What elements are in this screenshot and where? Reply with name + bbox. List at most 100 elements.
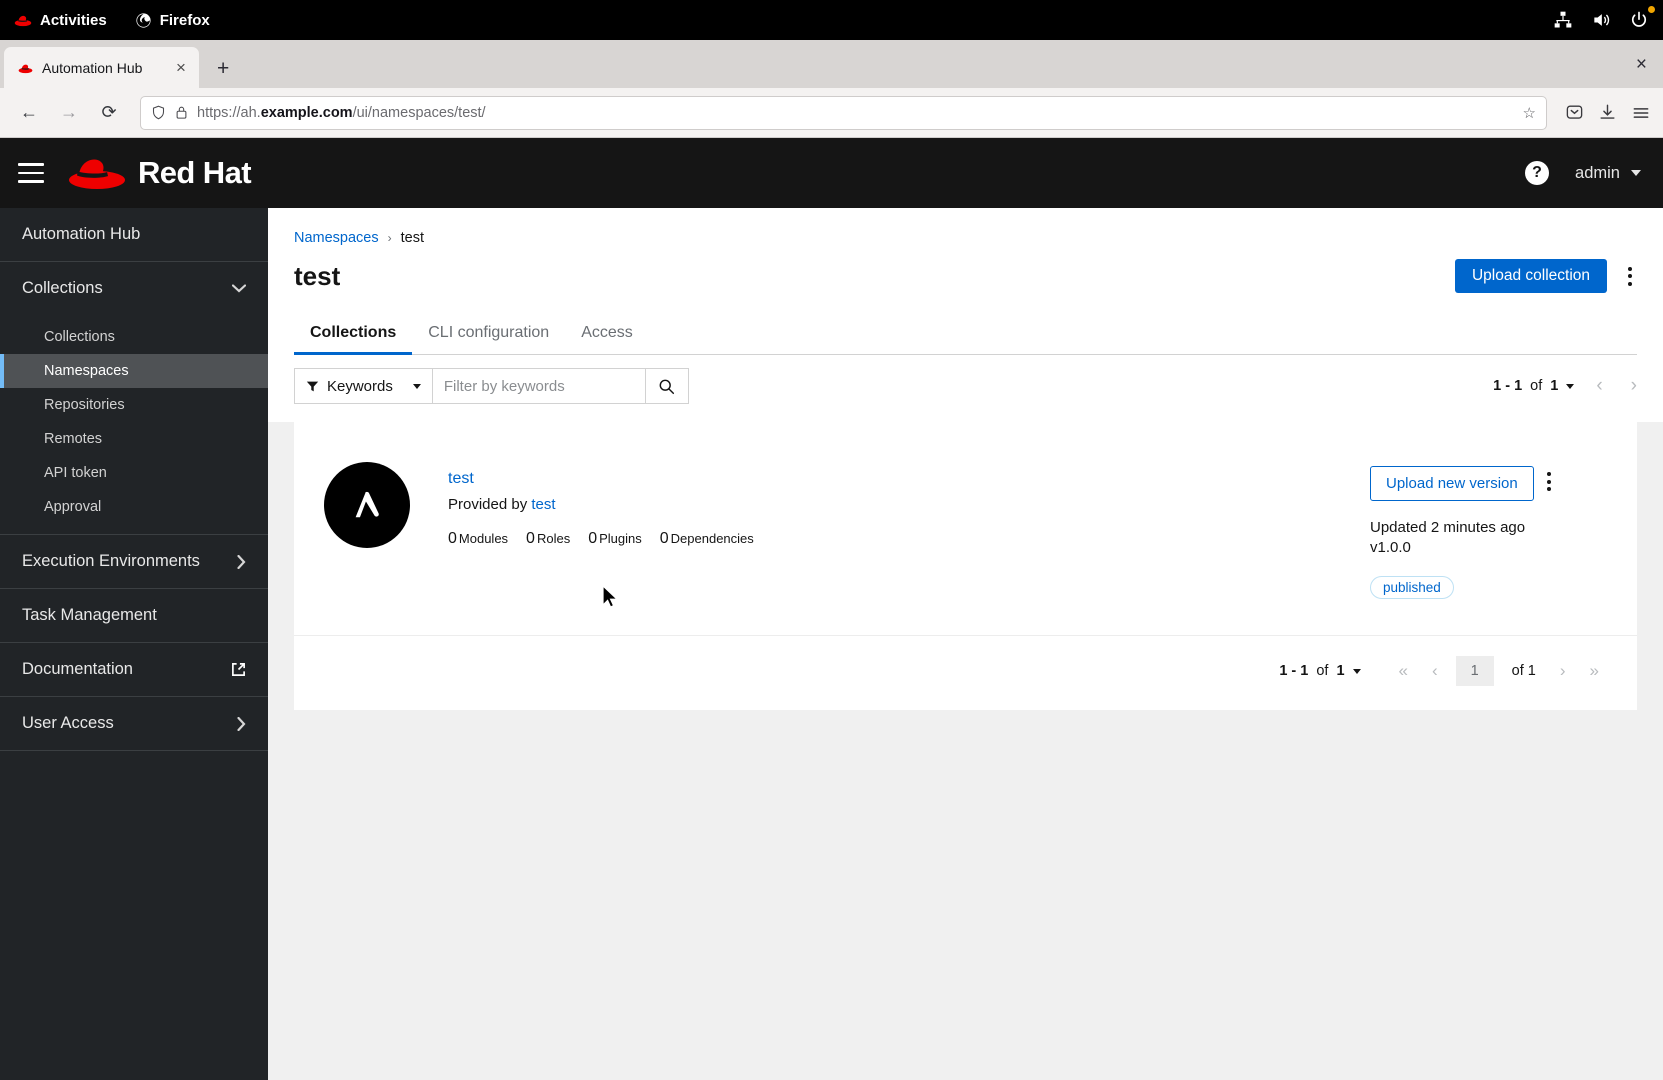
sidebar-item-approval[interactable]: Approval (0, 490, 268, 524)
sidebar-section-documentation: Documentation (0, 643, 268, 697)
stat-label: Plugins (599, 531, 642, 546)
browser-tab[interactable]: Automation Hub × (4, 47, 199, 88)
stat-count: 0 (659, 530, 669, 547)
sidebar-item-api-token[interactable]: API token (0, 456, 268, 490)
nav-toggle-button[interactable] (18, 163, 44, 183)
close-window-button[interactable]: × (1636, 54, 1647, 76)
stat-count: 0 (448, 530, 457, 547)
new-tab-button[interactable]: + (217, 58, 229, 79)
page-title: test (294, 260, 341, 291)
user-menu[interactable]: admin (1575, 164, 1641, 183)
breadcrumb-link-namespaces[interactable]: Namespaces (294, 230, 379, 246)
url-path: /ui/namespaces/test/ (352, 104, 486, 121)
back-button[interactable]: ← (12, 96, 46, 130)
tab-access[interactable]: Access (565, 315, 649, 354)
sidebar-item-label: Documentation (22, 660, 133, 678)
ansible-logo-icon (324, 462, 410, 548)
brand-logo[interactable]: Red Hat (66, 153, 252, 193)
sidebar-item-user-access[interactable]: User Access (0, 697, 268, 750)
filter-group: Keywords (294, 368, 689, 404)
app-masthead: Red Hat ? admin (0, 138, 1663, 208)
tab-favicon-red-hat-icon (18, 64, 33, 73)
upload-collection-button[interactable]: Upload collection (1454, 259, 1607, 293)
help-icon[interactable]: ? (1525, 161, 1550, 185)
sidebar-item-documentation[interactable]: Documentation (0, 643, 268, 696)
namespace-kebab-menu[interactable] (1623, 261, 1637, 292)
sidebar-item-execution-environments[interactable]: Execution Environments (0, 535, 268, 588)
sidebar-section-execution-environments: Execution Environments (0, 535, 268, 589)
collection-stats: 0 Modules 0 Roles 0 Plugins 0 Dependencies (448, 530, 1370, 548)
reload-button[interactable]: ⟳ (92, 96, 126, 130)
search-input[interactable] (432, 368, 646, 404)
filter-type-label: Keywords (327, 377, 393, 395)
firefox-window-button[interactable]: Firefox (135, 12, 210, 29)
collection-action-row: Upload new version (1370, 466, 1615, 501)
pagination-total: 1 (1550, 378, 1559, 394)
pagination-bottom-nav: « ‹ 1 of 1 › » (1387, 656, 1611, 686)
pagination-bottom-summary[interactable]: 1 - 1 of 1 (1279, 663, 1361, 679)
pagination-of-total: of 1 (1511, 663, 1536, 679)
stat-label: Dependencies (670, 531, 754, 546)
activities-button[interactable]: Activities (14, 12, 107, 29)
stat-dependencies: 0 Dependencies (660, 530, 754, 548)
tab-cli-configuration[interactable]: CLI configuration (412, 315, 565, 354)
pagination-prev-button[interactable]: ‹ (1420, 661, 1450, 681)
app-shell: Automation Hub Collections Collections N… (0, 208, 1663, 1080)
provider-link[interactable]: test (531, 496, 555, 513)
pagination-last-button[interactable]: » (1578, 661, 1611, 681)
chevron-down-icon (232, 284, 246, 293)
chevron-down-icon (412, 383, 421, 389)
forward-button[interactable]: → (52, 96, 86, 130)
pagination-prev-button[interactable]: ‹ (1596, 375, 1602, 397)
sidebar-item-collections[interactable]: Collections (0, 320, 268, 354)
breadcrumb-separator-icon: › (387, 231, 392, 245)
tab-collections[interactable]: Collections (294, 315, 413, 355)
collection-version: v1.0.0 (1370, 539, 1411, 556)
tab-label: Collections (310, 324, 397, 341)
hamburger-menu-icon[interactable] (1631, 103, 1651, 123)
bookmark-star-icon[interactable]: ☆ (1523, 104, 1536, 122)
page-header: Namespaces › test test Upload collection… (268, 208, 1663, 355)
page-tabs: Collections CLI configuration Access (294, 315, 1637, 355)
pagination-page-input[interactable]: 1 (1455, 656, 1494, 686)
browser-nav-bar: ← → ⟳ https://ah.example.com/ui/namespac… (0, 88, 1663, 138)
collection-updated: Updated 2 minutes ago (1370, 519, 1526, 536)
sidebar-group-collections-header[interactable]: Collections (0, 262, 268, 315)
downloads-icon[interactable] (1598, 103, 1617, 122)
collection-name-link[interactable]: test (448, 470, 474, 487)
filter-toolbar: Keywords 1 - 1 of 1 (268, 355, 1663, 422)
volume-icon[interactable] (1591, 10, 1611, 30)
url-domain: example.com (260, 104, 353, 121)
chevron-down-icon (1566, 383, 1575, 389)
url-bar[interactable]: https://ah.example.com/ui/namespaces/tes… (140, 95, 1547, 130)
sidebar-item-repositories[interactable]: Repositories (0, 388, 268, 422)
lock-icon (176, 106, 187, 119)
pagination-first-button[interactable]: « (1387, 661, 1420, 681)
collection-provider: Provided by test (448, 496, 1370, 513)
sidebar-item-namespaces[interactable]: Namespaces (0, 354, 268, 388)
pagination-top-summary[interactable]: 1 - 1 of 1 (1493, 378, 1575, 394)
sidebar-section-user-access: User Access (0, 697, 268, 751)
filter-type-select[interactable]: Keywords (294, 368, 433, 404)
sidebar-item-remotes[interactable]: Remotes (0, 422, 268, 456)
sidebar-item-automation-hub[interactable]: Automation Hub (0, 208, 268, 261)
pagination-top: 1 - 1 of 1 ‹ › (1493, 375, 1637, 397)
url-text: https://ah.example.com/ui/namespaces/tes… (197, 105, 486, 121)
activities-label: Activities (40, 11, 107, 29)
search-button[interactable] (645, 368, 689, 404)
pocket-icon[interactable] (1565, 103, 1584, 122)
power-icon[interactable] (1629, 10, 1649, 30)
network-icon[interactable] (1553, 10, 1573, 30)
sidebar-item-task-management[interactable]: Task Management (0, 589, 268, 642)
breadcrumb: Namespaces › test (294, 230, 1637, 246)
upload-new-version-button[interactable]: Upload new version (1370, 466, 1534, 501)
pagination-next-button[interactable]: › (1548, 661, 1578, 681)
tab-close-icon[interactable]: × (171, 59, 191, 76)
red-hat-logo-icon (14, 15, 32, 27)
stat-label: Modules (458, 531, 509, 546)
pagination-range: 1 - 1 (1279, 663, 1309, 679)
pagination-next-button[interactable]: › (1631, 375, 1637, 397)
sidebar-group-collections: Collections Collections Namespaces Repos… (0, 262, 268, 535)
collection-kebab-menu[interactable] (1542, 466, 1556, 497)
collection-list-wrap: test Provided by test 0Modules 0Roles (268, 422, 1663, 710)
